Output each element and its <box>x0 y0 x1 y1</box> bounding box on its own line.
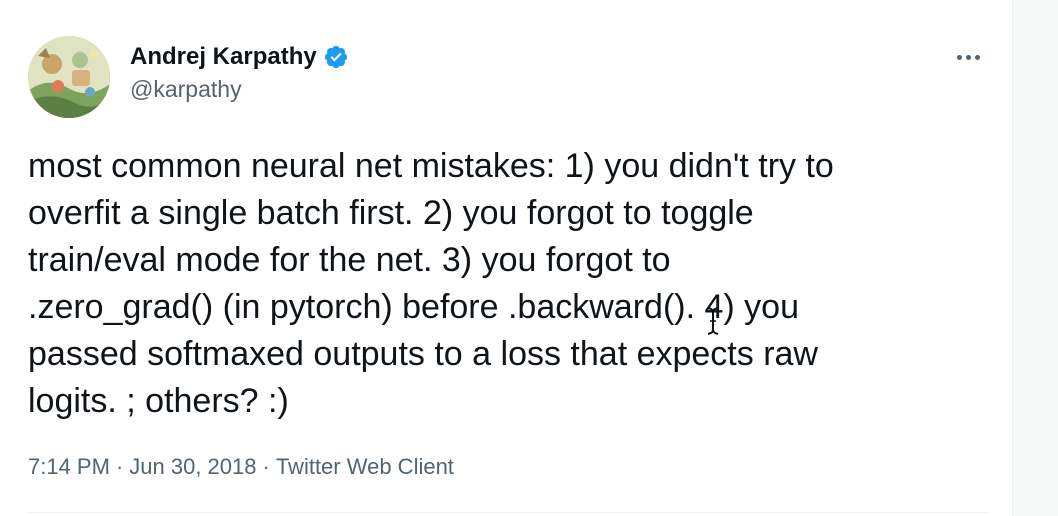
avatar-illustration-icon <box>28 36 110 118</box>
meta-separator: · <box>262 454 270 479</box>
tweet-time[interactable]: 7:14 PM <box>28 454 110 480</box>
author-display-name[interactable]: Andrej Karpathy <box>130 43 317 71</box>
meta-separator: · <box>115 454 124 479</box>
author-name-row: Andrej Karpathy <box>130 42 349 72</box>
tweet-date[interactable]: Jun 30, 2018 <box>129 454 256 480</box>
avatar[interactable] <box>28 36 110 118</box>
more-options-button[interactable] <box>950 44 986 70</box>
divider <box>28 512 988 513</box>
tweet-client[interactable]: Twitter Web Client <box>276 454 454 480</box>
author-handle[interactable]: @karpathy <box>130 76 242 103</box>
page-edge <box>1012 0 1058 516</box>
tweet-meta: 7:14 PM · Jun 30, 2018 · Twitter Web Cli… <box>28 454 454 480</box>
text-cursor-icon <box>707 307 719 335</box>
tweet-text: most common neural net mistakes: 1) you … <box>28 147 834 420</box>
tweet-card[interactable]: Andrej Karpathy @karpathy most common ne… <box>0 0 1012 516</box>
verified-badge-icon <box>323 44 349 70</box>
more-options-icon <box>956 54 962 60</box>
